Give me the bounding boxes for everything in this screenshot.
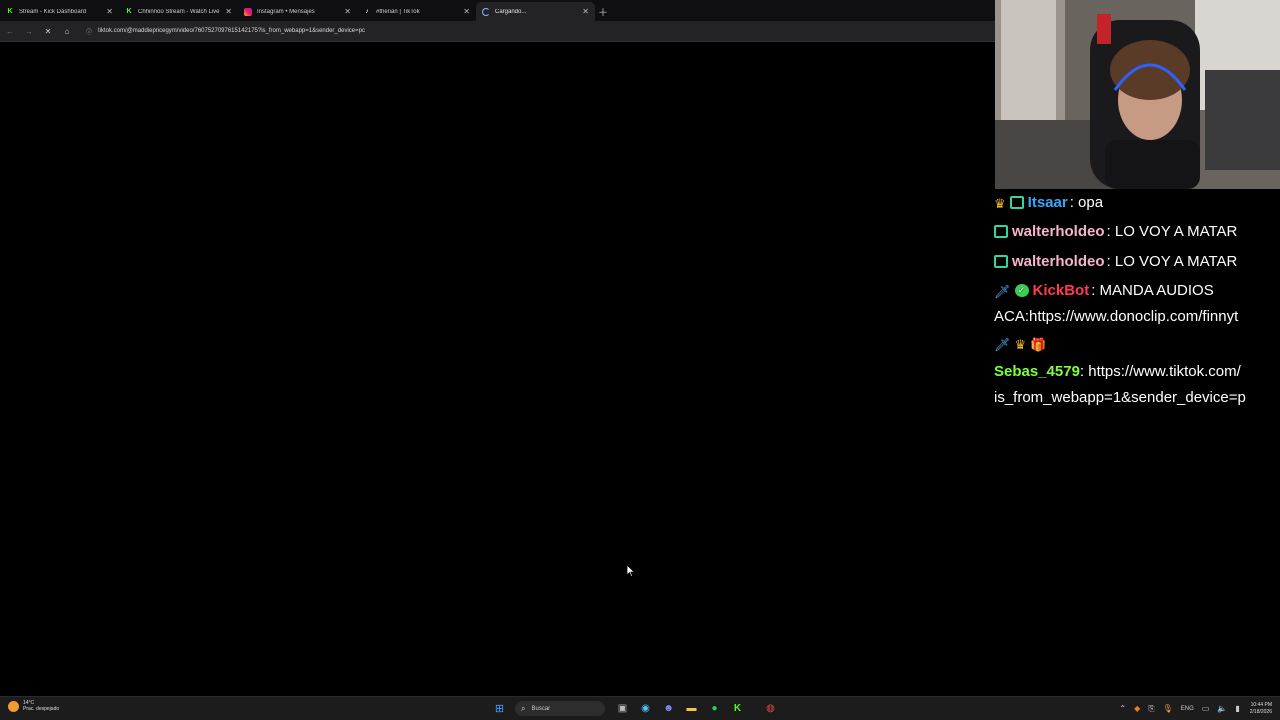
close-icon[interactable]: ✕ — [463, 7, 470, 16]
browser-tab-strip: K Stream - Kick Dashboard ✕ K Chhinnoo S… — [0, 0, 995, 21]
volume-icon[interactable]: 🔈 — [1217, 704, 1227, 713]
close-icon[interactable]: ✕ — [344, 7, 351, 16]
tab-kick-stream[interactable]: K Chhinnoo Stream - Watch Live ✕ — [119, 2, 238, 21]
tab-label: Cargando... — [495, 8, 527, 15]
chevron-up-icon[interactable]: ⌃ — [1119, 704, 1126, 713]
chat-text: : LO VOY A MATAR — [1106, 253, 1238, 270]
address-bar[interactable]: ⓘ tiktok.com/@maddiepricegym/video/76075… — [82, 23, 989, 39]
tab-kick-dashboard[interactable]: K Stream - Kick Dashboard ✕ — [0, 2, 119, 21]
verified-icon: ✓ — [1014, 284, 1029, 297]
chat-username: KickBot — [1032, 282, 1090, 299]
tab-label: #therian | TikTok — [376, 8, 420, 15]
chat-text: is_from_webapp=1&sender_device=p — [994, 389, 1246, 406]
chat-message: 🗡 ✓ KickBot : MANDA AUDIOS — [994, 277, 1280, 304]
kick-icon[interactable]: K — [730, 701, 745, 716]
new-tab-button[interactable]: ＋ — [595, 2, 611, 21]
page-content[interactable] — [0, 43, 995, 696]
windows-start-icon[interactable]: ⊞ — [492, 701, 507, 716]
crown-icon: ♛ — [1014, 337, 1027, 352]
taskbar-search[interactable]: ⌕ Buscar — [515, 701, 605, 716]
tab-instagram[interactable]: Instagram • Mensajes ✕ — [238, 2, 357, 21]
task-view-icon[interactable]: ▣ — [615, 701, 630, 716]
battery-icon[interactable]: ▮ — [1235, 704, 1239, 713]
taskbar-apps: ⊞ ⌕ Buscar ▣ ◉ ☻ ▬ ● K ◍ — [488, 699, 782, 718]
chat-message: Sebas_4579 : https://www.tiktok.com/ — [994, 358, 1280, 385]
tray-app-icon[interactable]: ◆ — [1134, 704, 1140, 713]
weather-desc: Prac. despejado — [23, 706, 60, 712]
tab-label: Instagram • Mensajes — [257, 8, 315, 15]
system-tray: ⌃ ◆ ⎘ 🎙 ENG ▭ 🔈 ▮ 10:44 PM 2/18/2026 — [1115, 699, 1272, 718]
chat-message: ♛ Itsaar : opa — [994, 189, 1280, 216]
chat-username: walterholdeo — [1012, 253, 1105, 270]
og-badge-icon — [994, 225, 1008, 238]
weather-icon — [8, 700, 19, 712]
chat-username: Itsaar — [1027, 194, 1068, 211]
file-explorer-icon[interactable]: ▬ — [684, 701, 699, 716]
gift-icon: 🎁 — [1030, 337, 1047, 352]
instagram-icon — [244, 7, 252, 16]
chat-username: walterholdeo — [1012, 223, 1105, 240]
chat-message-continuation: ACA:https://www.donoclip.com/finnyt — [994, 303, 1280, 330]
chat-message-continuation: is_from_webapp=1&sender_device=p — [994, 384, 1280, 411]
clock-date: 2/18/2026 — [1249, 708, 1272, 715]
browser-toolbar: ← → ✕ ⌂ ⓘ tiktok.com/@maddiepricegym/vid… — [0, 21, 995, 42]
recording-app-icon[interactable]: ◍ — [763, 701, 778, 716]
search-placeholder: Buscar — [531, 705, 551, 712]
tiktok-icon: ♪ — [365, 8, 369, 15]
chat-text: : LO VOY A MATAR — [1106, 223, 1238, 240]
close-icon[interactable]: ✕ — [225, 7, 232, 16]
chat-message-badges: 🗡 ♛ 🎁 — [994, 330, 1280, 357]
webcam-image — [995, 0, 1280, 189]
tab-loading[interactable]: Cargando... ✕ — [476, 2, 595, 21]
clock-time: 10:44 PM — [1250, 701, 1272, 708]
kick-icon: K — [7, 8, 13, 15]
language-indicator[interactable]: ENG — [1181, 706, 1194, 712]
crown-icon: ♛ — [994, 196, 1006, 211]
url-text: tiktok.com/@maddiepricegym/video/7607527… — [98, 28, 365, 34]
chat-message: walterholdeo : LO VOY A MATAR — [994, 248, 1280, 275]
chat-text: : MANDA AUDIOS — [1091, 282, 1214, 299]
sword-icon: 🗡 — [994, 337, 1011, 352]
home-icon[interactable]: ⌂ — [61, 24, 73, 38]
network-icon[interactable]: ▭ — [1202, 704, 1210, 713]
chat-text: : https://www.tiktok.com/ — [1079, 363, 1241, 380]
microphone-icon[interactable]: 🎙 — [1163, 704, 1173, 713]
weather-widget[interactable]: 14°C Prac. despejado — [8, 700, 59, 712]
chrome-icon[interactable]: ◉ — [638, 701, 653, 716]
tab-label: Stream - Kick Dashboard — [19, 8, 87, 15]
search-icon: ⌕ — [521, 703, 526, 713]
back-icon[interactable]: ← — [4, 24, 16, 38]
usb-icon[interactable]: ⎘ — [1148, 704, 1154, 714]
chat-text: ACA:https://www.donoclip.com/finnyt — [994, 308, 1239, 325]
chat-message: walterholdeo : LO VOY A MATAR — [994, 218, 1280, 245]
site-info-icon[interactable]: ⓘ — [86, 27, 92, 36]
og-badge-icon — [1009, 196, 1024, 209]
close-icon[interactable]: ✕ — [582, 7, 589, 16]
stop-loading-icon[interactable]: ✕ — [42, 24, 54, 38]
tab-tiktok[interactable]: ♪ #therian | TikTok ✕ — [357, 2, 476, 21]
webcam-overlay — [995, 0, 1280, 189]
spotify-icon[interactable]: ● — [707, 701, 722, 716]
forward-icon[interactable]: → — [23, 24, 35, 38]
loading-spinner-icon — [482, 7, 490, 16]
screen: K Stream - Kick Dashboard ✕ K Chhinnoo S… — [0, 0, 1280, 720]
og-badge-icon — [994, 255, 1008, 268]
windows-taskbar: 14°C Prac. despejado ⊞ ⌕ Buscar ▣ ◉ ☻ ▬ … — [0, 696, 1280, 720]
kick-icon: K — [126, 8, 132, 15]
stream-chat-overlay: ♛ Itsaar : opa walterholdeo : LO VOY A M… — [994, 189, 1280, 409]
discord-icon[interactable]: ☻ — [661, 701, 676, 716]
chat-username: Sebas_4579 — [994, 363, 1080, 380]
tab-label: Chhinnoo Stream - Watch Live — [138, 8, 220, 15]
sword-icon: 🗡 — [994, 284, 1011, 299]
clock[interactable]: 10:44 PM 2/18/2026 — [1250, 702, 1272, 716]
close-icon[interactable]: ✕ — [106, 7, 113, 16]
chat-text: : opa — [1069, 194, 1104, 211]
